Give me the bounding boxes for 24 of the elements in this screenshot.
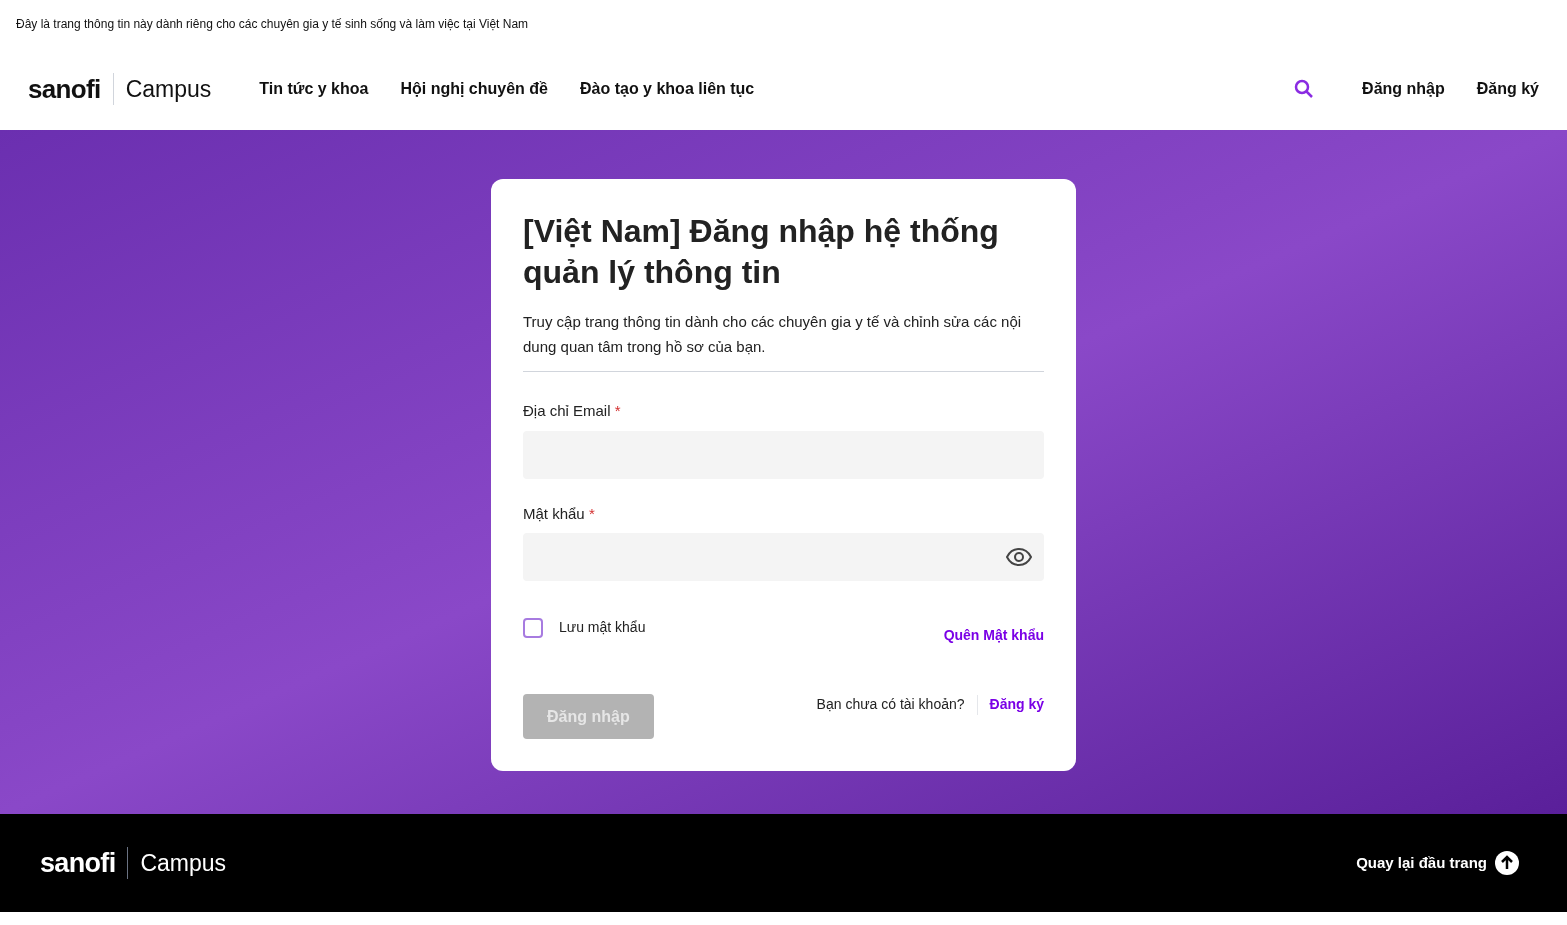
brand-logo: sanofi: [28, 72, 101, 106]
back-to-top-link[interactable]: Quay lại đầu trang: [1356, 851, 1519, 875]
header-link[interactable]: Đăng ký: [1476, 77, 1539, 101]
nav-link[interactable]: Đào tạo y khoa liên tục: [580, 77, 755, 101]
card-title: [Việt Nam] Đăng nhập hệ thống quản lý thông tin: [523, 212, 1000, 292]
forgot-password-link[interactable]: Quên Mật khẩu: [943, 625, 1044, 646]
nav-link[interactable]: Hội nghị chuyên đề: [400, 77, 548, 101]
field-label: Địa chỉ Email *: [523, 401, 622, 421]
header-link[interactable]: Đăng nhập: [1362, 77, 1445, 101]
search-icon[interactable]: [1294, 79, 1315, 99]
brand-logo: sanofi: [40, 846, 116, 880]
product-name: Campus: [125, 74, 212, 104]
signup-link[interactable]: Đăng ký: [989, 694, 1044, 715]
password-field[interactable]: [523, 533, 1044, 581]
checkbox-label: Lưu mật khẩu: [559, 618, 646, 637]
notice-text: Đây là trang thông tin này dành riêng cho các chuyên gia y tế sinh sống và làm việc tại Việt Nam: [16, 16, 529, 33]
arrow-up-icon: [1495, 851, 1519, 875]
checkbox[interactable]: [523, 617, 543, 638]
card-description: Truy cập trang thông tin dành cho các chuyên gia y tế và chỉnh sửa các nội dung quan tâm trong hồ sơ của bạn.: [523, 309, 1044, 372]
eye-icon[interactable]: [1006, 548, 1032, 566]
signup-prompt: Bạn chưa có tài khoản?: [816, 695, 965, 714]
nav-link[interactable]: Tin tức y khoa: [259, 77, 369, 101]
product-name: Campus: [140, 848, 227, 878]
field-label: Mật khẩu *: [523, 503, 596, 524]
